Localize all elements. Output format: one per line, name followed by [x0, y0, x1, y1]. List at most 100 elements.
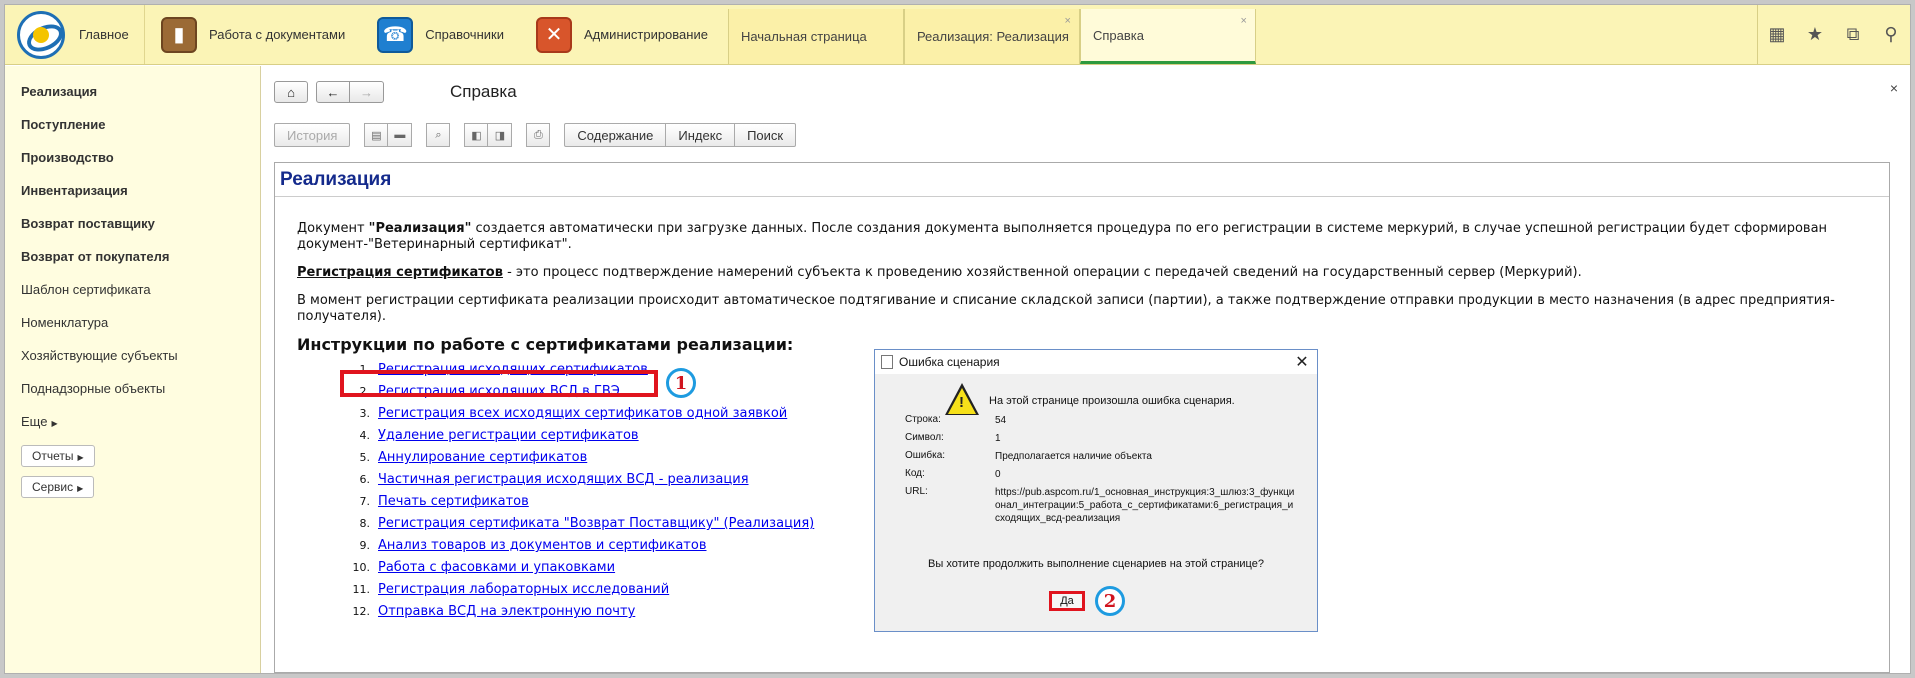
- sidebar: Реализация Поступление Производство Инве…: [5, 66, 261, 673]
- service-button[interactable]: Сервис ▶: [21, 476, 95, 498]
- section-administration-label: Администрирование: [583, 27, 708, 42]
- instruction-link[interactable]: Работа с фасовками и упаковками: [378, 560, 615, 575]
- more-label: Еще: [21, 414, 48, 429]
- yes-button[interactable]: Да: [1049, 591, 1085, 611]
- contents-button[interactable]: Содержание: [564, 123, 667, 147]
- dialog-title-bar: Ошибка сценария ✕: [875, 350, 1317, 374]
- index-button[interactable]: Индекс: [666, 123, 736, 147]
- detail-value: 54: [995, 415, 1007, 426]
- show-panel-icon[interactable]: ▤: [364, 123, 389, 147]
- instruction-link[interactable]: Регистрация лабораторных исследований: [378, 582, 669, 597]
- caret-right-icon: ▶: [51, 419, 58, 428]
- instruction-link[interactable]: Частичная регистрация исходящих ВСД - ре…: [378, 472, 749, 487]
- dialog-title: Ошибка сценария: [899, 355, 1000, 369]
- home-button[interactable]: ⌂: [274, 81, 308, 103]
- list-number: 6.: [359, 473, 371, 486]
- home-icon: ⌂: [287, 84, 295, 100]
- help-heading: Реализация: [275, 163, 1889, 197]
- script-error-dialog: Ошибка сценария ✕ ! На этой странице про…: [874, 349, 1318, 632]
- close-icon[interactable]: ✕: [1287, 352, 1317, 372]
- history-button[interactable]: История: [274, 123, 351, 147]
- text-run: создается автоматически при загрузке дан…: [297, 221, 1828, 252]
- help-paragraph: В момент регистрации сертификата реализа…: [297, 293, 1835, 324]
- service-label: Сервис: [32, 480, 74, 494]
- sidebar-item-production[interactable]: Производство: [5, 148, 260, 181]
- print-icon[interactable]: ⎙: [526, 123, 551, 147]
- list-number: 4.: [359, 429, 371, 442]
- next-topic-icon[interactable]: ◨: [488, 123, 513, 147]
- sidebar-item-realization[interactable]: Реализация: [5, 82, 260, 115]
- close-icon[interactable]: ×: [1890, 80, 1898, 96]
- sidebar-item-more[interactable]: Еще ▶: [5, 412, 260, 445]
- instruction-link[interactable]: Анализ товаров из документов и сертифика…: [378, 538, 707, 553]
- home-section[interactable]: Главное: [5, 5, 145, 64]
- app-logo-icon: [17, 10, 65, 59]
- tab-realization[interactable]: Реализация: Реализация ×: [903, 9, 1080, 64]
- sidebar-item-certificate-template[interactable]: Шаблон сертификата: [5, 280, 260, 313]
- reports-button[interactable]: Отчеты ▶: [21, 445, 95, 467]
- dialog-question: Вы хотите продолжить выполнение сценарие…: [928, 558, 1264, 570]
- instruction-link[interactable]: Печать сертификатов: [378, 494, 529, 509]
- tab-start-page[interactable]: Начальная страница: [727, 9, 904, 64]
- forward-button[interactable]: →: [350, 81, 384, 103]
- section-references-label: Справочники: [425, 27, 504, 42]
- tab-label: Реализация: Реализация: [916, 29, 1069, 44]
- detail-key: URL:: [905, 486, 928, 497]
- search-button[interactable]: Поиск: [735, 123, 797, 147]
- briefcase-icon: ▮: [161, 16, 197, 53]
- tab-label: Начальная страница: [740, 29, 867, 44]
- history-icon[interactable]: ⧉: [1834, 5, 1872, 65]
- arrow-left-icon: ←: [326, 84, 340, 100]
- prev-topic-icon[interactable]: ◧: [464, 123, 489, 147]
- detail-value: 0: [995, 469, 1001, 480]
- section-administration[interactable]: ✕ Администрирование: [520, 5, 724, 64]
- hide-panel-icon[interactable]: ▬: [388, 123, 413, 147]
- list-number: 9.: [359, 539, 371, 552]
- home-label: Главное: [79, 27, 129, 42]
- instruction-link[interactable]: Отправка ВСД на электронную почту: [378, 604, 635, 619]
- tab-help[interactable]: Справка ×: [1079, 9, 1256, 64]
- sidebar-item-supervised-objects[interactable]: Поднадзорные объекты: [5, 379, 260, 412]
- instruction-link[interactable]: Регистрация всех исходящих сертификатов …: [378, 406, 787, 421]
- detail-key: Ошибка:: [905, 450, 946, 461]
- annotation-badge-1: 1: [666, 368, 696, 398]
- tools-icon: ✕: [535, 16, 572, 53]
- section-documents-label: Работа с документами: [209, 27, 346, 42]
- text-run-bold: Регистрация сертификатов: [297, 265, 503, 280]
- warning-icon-mark: !: [959, 394, 964, 411]
- sidebar-item-business-entities[interactable]: Хозяйствующие субъекты: [5, 346, 260, 379]
- arrow-right-icon: →: [360, 84, 373, 100]
- sidebar-item-inventory[interactable]: Инвентаризация: [5, 181, 260, 214]
- detail-value: 1: [995, 433, 1001, 444]
- nav-row: ⌂ ← →: [274, 81, 384, 103]
- open-tabs: Начальная страница Реализация: Реализаци…: [727, 5, 1256, 64]
- document-icon: [881, 355, 893, 369]
- detail-key: Строка:: [905, 414, 941, 425]
- page-title: Справка: [450, 82, 517, 101]
- section-references[interactable]: ☎ Справочники: [361, 5, 520, 64]
- find-in-page-icon[interactable]: ⌕: [426, 123, 451, 147]
- search-icon[interactable]: ⚲: [1872, 5, 1910, 65]
- sidebar-item-receipt[interactable]: Поступление: [5, 115, 260, 148]
- highlight-link-1: [340, 370, 658, 397]
- sidebar-item-return-supplier[interactable]: Возврат поставщику: [5, 214, 260, 247]
- list-number: 5.: [359, 451, 371, 464]
- list-number: 12.: [352, 605, 371, 618]
- text-run: Документ: [297, 221, 369, 236]
- back-button[interactable]: ←: [316, 81, 350, 103]
- section-documents[interactable]: ▮ Работа с документами: [145, 5, 361, 64]
- instruction-link[interactable]: Регистрация сертификата "Возврат Поставщ…: [378, 516, 814, 531]
- sidebar-item-nomenclature[interactable]: Номенклатура: [5, 313, 260, 346]
- sidebar-item-return-customer[interactable]: Возврат от покупателя: [5, 247, 260, 280]
- detail-value: https://pub.aspcom.ru/1_основная_инструк…: [995, 487, 1295, 524]
- list-number: 11.: [352, 583, 371, 596]
- instruction-link[interactable]: Аннулирование сертификатов: [378, 450, 587, 465]
- annotation-badge-2: 2: [1095, 586, 1125, 616]
- caret-right-icon: ▶: [77, 453, 84, 462]
- close-icon[interactable]: ×: [1241, 15, 1247, 27]
- help-paragraph: Регистрация сертификатов - это процесс п…: [297, 265, 1867, 281]
- apps-grid-icon[interactable]: ▦: [1758, 5, 1796, 65]
- close-icon[interactable]: ×: [1065, 15, 1071, 27]
- star-icon[interactable]: ★: [1796, 5, 1834, 65]
- instruction-link[interactable]: Удаление регистрации сертификатов: [378, 428, 639, 443]
